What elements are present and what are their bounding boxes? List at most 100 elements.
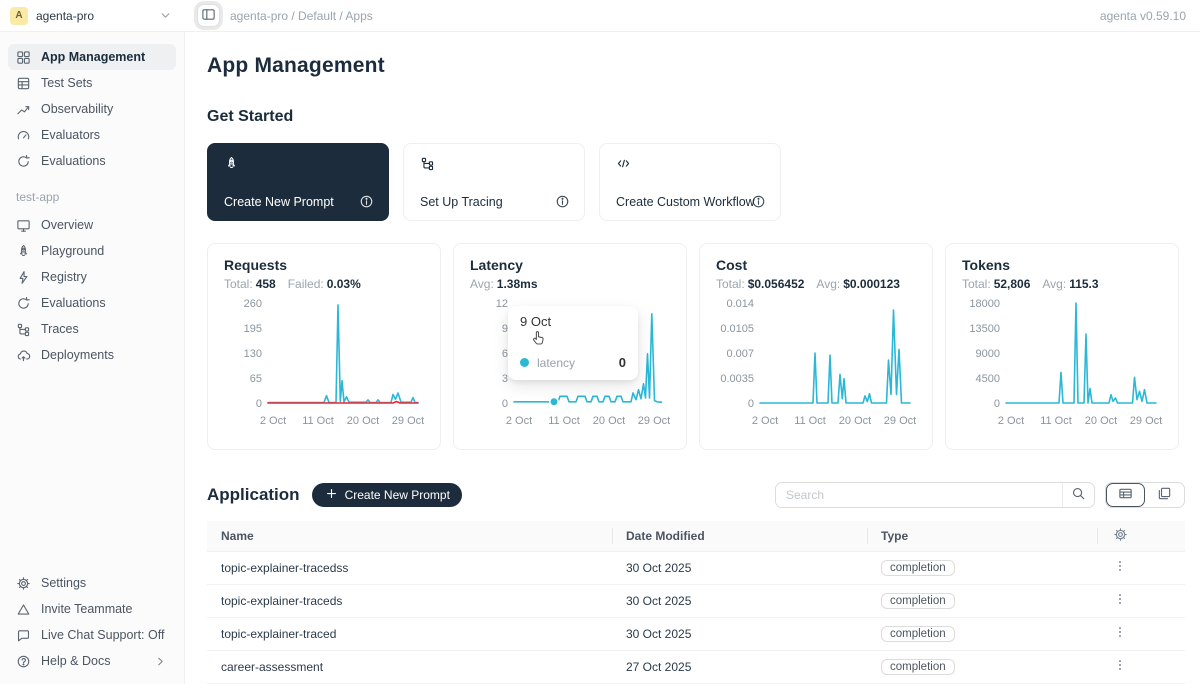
svg-text:2 Oct: 2 Oct (998, 415, 1024, 427)
sidebar-item-registry[interactable]: Registry (8, 264, 176, 290)
gear-icon (1113, 527, 1128, 545)
svg-text:29 Oct: 29 Oct (884, 415, 916, 427)
sidebar-item-evaluators[interactable]: Evaluators (8, 122, 176, 148)
sidebar-item-app-management[interactable]: App Management (8, 44, 176, 70)
svg-text:2 Oct: 2 Oct (752, 415, 778, 427)
set-up-tracing-card[interactable]: Set Up Tracing (403, 143, 585, 221)
row-actions-button[interactable] (1111, 590, 1129, 611)
sidebar-group-label: test-app (16, 190, 176, 204)
create-new-prompt-card[interactable]: Create New Prompt (207, 143, 389, 221)
date-modified: 27 Oct 2025 (612, 650, 867, 683)
sidebar-bottom-menu: SettingsInvite TeammateLive Chat Support… (8, 570, 176, 674)
column-header-name: Name (207, 521, 612, 551)
sidebar-item-test-sets[interactable]: Test Sets (8, 70, 176, 96)
search-icon (1071, 486, 1086, 504)
chevron-right-icon (153, 654, 168, 669)
sidebar-item-label: Evaluators (41, 128, 100, 142)
table-row[interactable]: topic-explainer-traced30 Oct 2025complet… (207, 617, 1185, 650)
sidebar-item-evaluations[interactable]: Evaluations (8, 148, 176, 174)
svg-text:11 Oct: 11 Oct (794, 415, 826, 427)
main-content: App Management Get Started Create New Pr… (185, 32, 1200, 684)
stat-total: Total:$0.056452 (716, 277, 804, 291)
svg-text:195: 195 (244, 323, 262, 335)
cost-line-chart[interactable]: 00.00350.0070.01050.0142 Oct11 Oct20 Oct… (716, 297, 918, 429)
type-badge: completion (881, 626, 955, 642)
chart-card-cost: CostTotal:$0.056452Avg:$0.00012300.00350… (699, 243, 933, 450)
app-name: topic-explainer-traceds (207, 584, 612, 617)
type-badge: completion (881, 659, 955, 675)
grid-icon (16, 50, 31, 65)
sidebar-item-traces[interactable]: Traces (8, 316, 176, 342)
svg-text:12: 12 (496, 298, 508, 310)
cloud-upload-icon (16, 348, 31, 363)
create-new-prompt-button[interactable]: Create New Prompt (312, 483, 462, 507)
page-title: App Management (207, 54, 1200, 78)
svg-text:0.014: 0.014 (726, 298, 754, 310)
lightning-icon (16, 270, 31, 285)
sidebar-item-label: App Management (41, 50, 145, 64)
svg-text:0.0105: 0.0105 (720, 323, 754, 335)
breadcrumb[interactable]: agenta-pro / Default / Apps (230, 9, 373, 23)
metric-chart-cards: RequestsTotal:458Failed:0.03%06513019526… (207, 243, 1200, 450)
search-button[interactable] (1062, 483, 1094, 507)
sidebar-item-help-docs[interactable]: Help & Docs (8, 648, 176, 674)
card-label: Create Custom Workflow (616, 195, 755, 209)
sidebar-app-menu: Overview PlaygroundRegistryEvaluationsTra… (8, 212, 176, 368)
type-badge: completion (881, 593, 955, 609)
svg-text:260: 260 (244, 298, 262, 310)
row-actions-button[interactable] (1111, 557, 1129, 578)
table-header-row: NameDate ModifiedType (207, 521, 1185, 551)
row-actions-button[interactable] (1111, 656, 1129, 677)
chart-tooltip: 9 Oct latency0 (508, 306, 638, 380)
table-view-button[interactable] (1106, 483, 1145, 507)
info-icon[interactable] (751, 194, 766, 209)
sidebar-item-playground[interactable]: Playground (8, 238, 176, 264)
search-input[interactable] (776, 483, 1062, 507)
date-modified: 30 Oct 2025 (612, 617, 867, 650)
row-actions-button[interactable] (1111, 623, 1129, 644)
workspace-avatar: A (10, 7, 28, 25)
sidebar-item-deployments[interactable]: Deployments (8, 342, 176, 368)
table-row[interactable]: topic-explainer-tracedss30 Oct 2025compl… (207, 551, 1185, 584)
sidebar-item-evaluations[interactable]: Evaluations (8, 290, 176, 316)
refresh-icon (16, 154, 31, 169)
rocket-icon (16, 244, 31, 259)
series-name: latency (537, 356, 575, 370)
card-view-button[interactable] (1145, 483, 1184, 507)
chart-card-tokens: TokensTotal:52,806Avg:115.30450090001350… (945, 243, 1179, 450)
sidebar-item-observability[interactable]: Observability (8, 96, 176, 122)
question-icon (16, 654, 31, 669)
sidebar-item-overview[interactable]: Overview (8, 212, 176, 238)
sidebar-item-invite-teammate[interactable]: Invite Teammate (8, 596, 176, 622)
tooltip-row: latency0 (520, 355, 626, 370)
svg-text:29 Oct: 29 Oct (638, 415, 670, 427)
svg-text:29 Oct: 29 Oct (392, 415, 424, 427)
app-version: agenta v0.59.10 (1100, 9, 1186, 23)
stat-avg: Avg:115.3 (1042, 277, 1098, 291)
date-modified: 30 Oct 2025 (612, 584, 867, 617)
sidebar-item-label: Overview (41, 218, 93, 232)
sidebar-collapse-button[interactable] (197, 4, 220, 27)
column-settings-button[interactable] (1111, 525, 1130, 547)
info-icon[interactable] (555, 194, 570, 209)
get-started-cards: Create New PromptSet Up Tracing Create Cu… (207, 143, 1200, 221)
sidebar-item-settings[interactable]: Settings (8, 570, 176, 596)
table-row[interactable]: topic-explainer-traceds30 Oct 2025 comple… (207, 584, 1185, 617)
table-row[interactable]: career-assessment27 Oct 2025 completion (207, 650, 1185, 683)
stat-avg: Avg:1.38ms (470, 277, 538, 291)
chat-icon (16, 628, 31, 643)
tooltip-date: 9 Oct (520, 314, 626, 329)
requests-line-chart[interactable]: 0651301952602 Oct11 Oct20 Oct29 Oct (224, 297, 426, 429)
info-icon[interactable] (359, 194, 374, 209)
sidebar-item-label: Help & Docs (41, 654, 110, 668)
sidebar-item-live-chat-support-off[interactable]: Live Chat Support: Off (8, 622, 176, 648)
workspace-selector[interactable]: A agenta-pro (0, 0, 185, 31)
applications-table: NameDate ModifiedType topic-explainer-tr… (207, 521, 1185, 684)
tokens-line-chart[interactable]: 04500900013500180002 Oct11 Oct20 Oct29 O… (962, 297, 1164, 429)
app-name: career-assessment (207, 650, 612, 683)
test-sets-icon (16, 76, 31, 91)
sidebar: App Management Test SetsObservability Eval… (0, 32, 185, 684)
create-custom-workflow-card[interactable]: Create Custom Workflow (599, 143, 781, 221)
workspace-name: agenta-pro (36, 9, 94, 23)
chart-stats: Total:$0.056452Avg:$0.000123 (716, 277, 916, 291)
